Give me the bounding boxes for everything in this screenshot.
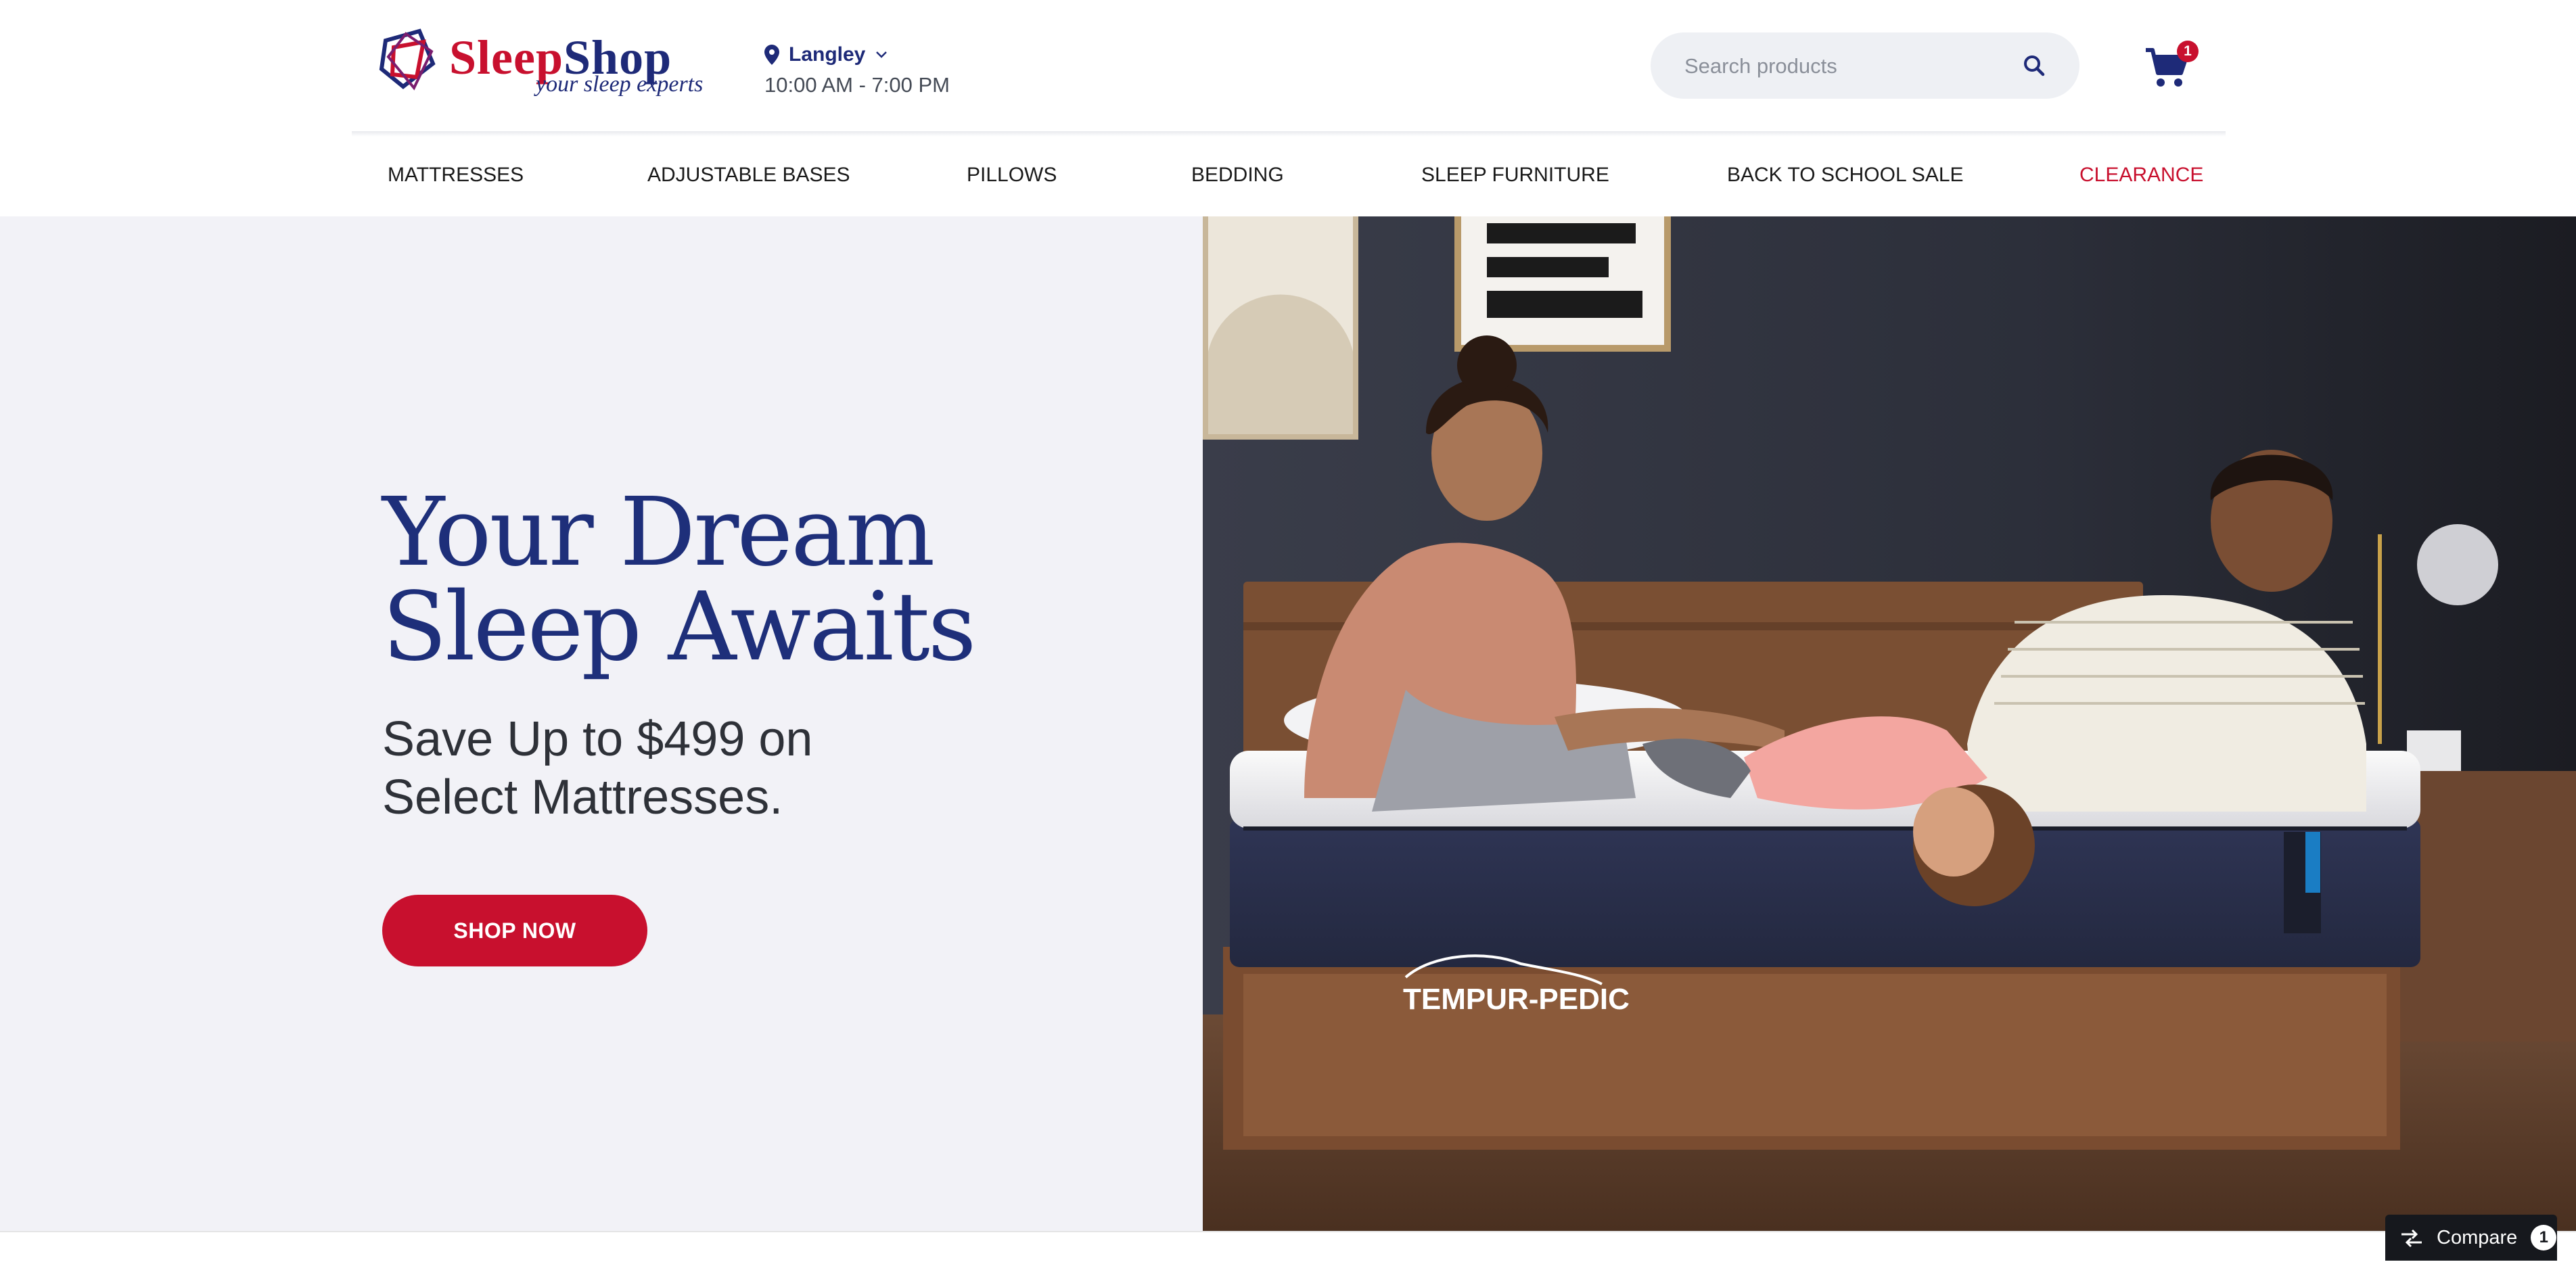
nav-item-back-to-school-sale[interactable]: BACK TO SCHOOL SALE xyxy=(1727,164,1964,187)
header-divider xyxy=(352,131,2226,137)
hero-image[interactable]: TEMPUR-PEDIC xyxy=(1203,216,2576,1231)
logo-tagline: your sleep experts xyxy=(536,72,704,97)
nav-item-adjustable-bases[interactable]: ADJUSTABLE BASES xyxy=(647,164,850,187)
page-bottom-edge xyxy=(0,1231,2576,1262)
compare-arrows-icon xyxy=(2401,1229,2422,1248)
map-pin-icon xyxy=(764,45,779,65)
sleepshop-logo[interactable]: SleepShop your sleep experts xyxy=(379,24,704,100)
search-input[interactable] xyxy=(1683,32,2010,100)
cart-button[interactable]: 1 xyxy=(2144,38,2199,92)
hero-title: Your Dream Sleep Awaits xyxy=(382,486,1126,675)
search-icon[interactable] xyxy=(2021,53,2047,78)
site-header: SleepShop your sleep experts Langley 10:… xyxy=(0,0,2576,134)
nav-item-clearance[interactable]: CLEARANCE xyxy=(2079,164,2203,187)
hero-subtitle: Save Up to $499 on Select Mattresses. xyxy=(382,710,910,826)
wall-art-arch xyxy=(1203,216,1358,440)
compare-count-badge: 1 xyxy=(2531,1225,2557,1251)
cart-count-badge: 1 xyxy=(2177,41,2199,62)
family-on-bed-illustration: TEMPUR-PEDIC xyxy=(1203,216,2576,1231)
hero-text-panel: Your Dream Sleep Awaits Save Up to $499 … xyxy=(0,216,1203,1231)
logo-mark-icon xyxy=(379,28,436,91)
search-bar xyxy=(1651,32,2079,100)
store-hours: 10:00 AM - 7:00 PM xyxy=(764,73,950,97)
tempur-pedic-wordmark: TEMPUR-PEDIC xyxy=(1403,983,1630,1016)
hero-subtitle-line-1: Save Up to $499 on xyxy=(382,712,813,766)
shop-now-button[interactable]: SHOP NOW xyxy=(382,895,647,966)
nav-item-bedding[interactable]: BEDDING xyxy=(1191,164,1284,187)
wall-art-frame xyxy=(1454,216,1671,352)
main-nav: MATTRESSES ADJUSTABLE BASES PILLOWS BEDD… xyxy=(0,139,2576,216)
nav-item-mattresses[interactable]: MATTRESSES xyxy=(388,164,524,187)
compare-button[interactable]: Compare 1 xyxy=(2385,1215,2557,1261)
hero-subtitle-line-2: Select Mattresses. xyxy=(382,770,783,824)
nav-item-pillows[interactable]: PILLOWS xyxy=(967,164,1057,187)
nav-item-sleep-furniture[interactable]: SLEEP FURNITURE xyxy=(1421,164,1609,187)
store-name: Langley xyxy=(789,43,866,66)
hero-title-line-1: Your Dream xyxy=(382,477,935,588)
hero-title-line-2: Sleep Awaits xyxy=(382,572,977,682)
compare-label: Compare xyxy=(2437,1226,2518,1248)
chevron-down-icon xyxy=(876,51,888,58)
store-selector[interactable]: Langley xyxy=(764,43,888,66)
